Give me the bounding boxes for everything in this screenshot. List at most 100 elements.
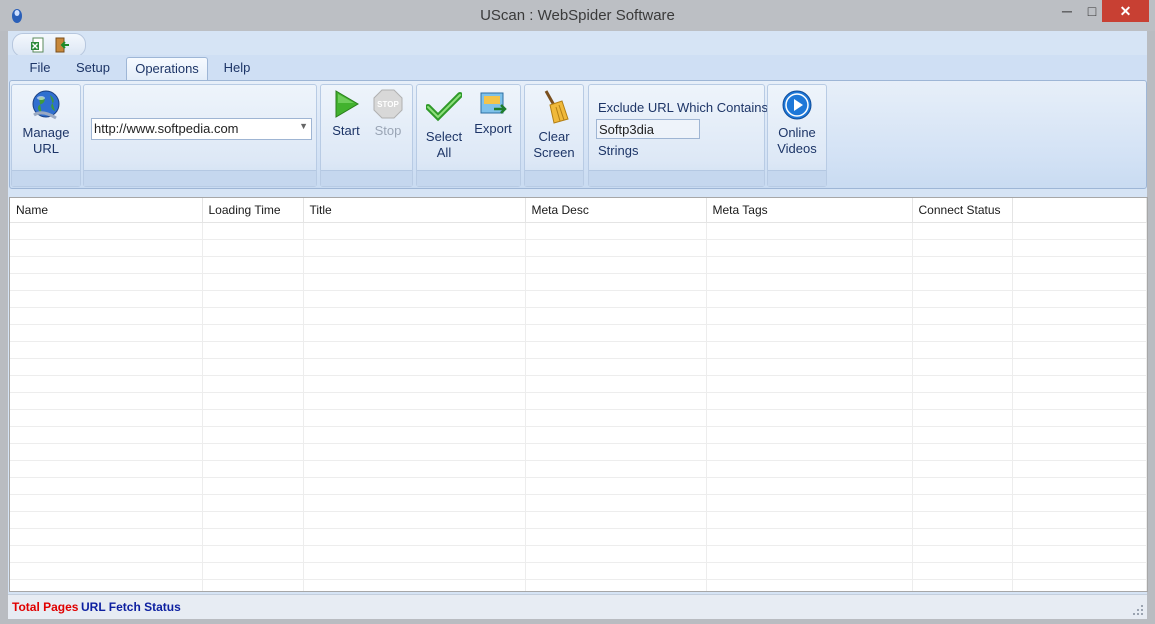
table-cell	[525, 443, 707, 461]
table-cell	[1012, 307, 1147, 325]
table-cell	[525, 358, 707, 376]
table-cell	[525, 562, 707, 580]
table-cell	[10, 256, 203, 274]
table-cell	[202, 392, 304, 410]
table-cell	[525, 460, 707, 478]
table-cell	[525, 256, 707, 274]
table-cell	[912, 290, 1013, 308]
chevron-down-icon[interactable]: ▼	[299, 121, 308, 131]
column-header-meta-desc[interactable]: Meta Desc	[525, 198, 707, 223]
table-cell	[525, 545, 707, 563]
group-start-stop: Start STOP Stop	[320, 84, 413, 187]
table-row	[10, 324, 1147, 342]
table-row	[10, 477, 1147, 495]
export-icon	[480, 92, 507, 114]
table-header-row: Name Loading Time Title Meta Desc Meta T…	[10, 198, 1147, 223]
table-cell	[10, 511, 203, 529]
table-cell	[912, 273, 1013, 291]
table-cell	[10, 545, 203, 563]
online-videos-label-1: Online	[778, 125, 816, 140]
resize-grip-icon[interactable]	[1133, 605, 1143, 615]
table-cell	[303, 358, 526, 376]
group-select-export: Select All Export	[416, 84, 521, 187]
group-footer	[525, 170, 583, 186]
total-pages-status: Total Pages	[12, 600, 79, 614]
status-bar: Total Pages URL Fetch Status	[8, 594, 1147, 619]
url-combobox[interactable]: ▼	[91, 118, 312, 140]
results-grid[interactable]: Name Loading Time Title Meta Desc Meta T…	[9, 197, 1148, 592]
table-cell	[525, 324, 707, 342]
column-header-loading-time[interactable]: Loading Time	[202, 198, 304, 223]
results-table: Name Loading Time Title Meta Desc Meta T…	[10, 198, 1147, 591]
manage-url-button[interactable]: Manage URL	[16, 89, 76, 157]
clear-screen-label-2: Screen	[533, 145, 575, 160]
table-cell	[912, 443, 1013, 461]
tab-help[interactable]: Help	[218, 57, 256, 79]
online-videos-label-2: Videos	[777, 141, 817, 156]
group-online-videos: Online Videos	[767, 84, 827, 187]
table-cell	[10, 494, 203, 512]
table-cell	[202, 307, 304, 325]
table-cell	[912, 341, 1013, 359]
table-cell	[525, 409, 707, 427]
table-cell	[303, 562, 526, 580]
table-cell	[912, 511, 1013, 529]
select-all-button[interactable]: Select All	[421, 89, 467, 161]
table-cell	[202, 358, 304, 376]
tab-file[interactable]: File	[24, 57, 56, 79]
exit-icon[interactable]	[54, 37, 70, 53]
table-cell	[706, 358, 913, 376]
tab-operations[interactable]: Operations	[126, 57, 208, 80]
table-cell	[10, 341, 203, 359]
column-header-meta-tags[interactable]: Meta Tags	[706, 198, 913, 223]
table-cell	[1012, 494, 1147, 512]
table-cell	[1012, 392, 1147, 410]
manage-url-label-1: Manage	[22, 125, 70, 140]
export-button[interactable]: Export	[469, 89, 517, 137]
clear-screen-label-1: Clear	[538, 129, 570, 144]
online-videos-button[interactable]: Online Videos	[772, 89, 822, 157]
quick-access-toolbar	[12, 33, 86, 57]
table-row	[10, 511, 1147, 529]
table-row	[10, 358, 1147, 376]
table-cell	[706, 375, 913, 393]
table-cell	[303, 494, 526, 512]
maximize-button[interactable]: □	[1080, 0, 1104, 22]
column-header-connect-status[interactable]: Connect Status	[912, 198, 1013, 223]
table-cell	[10, 273, 203, 291]
table-cell	[912, 477, 1013, 495]
table-cell	[303, 324, 526, 342]
tab-setup[interactable]: Setup	[71, 57, 115, 79]
table-cell	[303, 579, 526, 591]
close-button[interactable]: ✕	[1102, 0, 1149, 22]
column-header-title[interactable]: Title	[303, 198, 526, 223]
svg-text:STOP: STOP	[377, 100, 399, 109]
minimize-button[interactable]: ─	[1055, 0, 1079, 22]
table-cell	[1012, 239, 1147, 257]
table-cell	[303, 511, 526, 529]
table-cell	[912, 392, 1013, 410]
table-cell	[912, 562, 1013, 580]
url-input[interactable]	[94, 120, 289, 136]
table-cell	[202, 222, 304, 240]
exclude-url-input[interactable]	[596, 119, 700, 139]
start-button[interactable]: Start	[327, 89, 365, 139]
table-cell	[1012, 409, 1147, 427]
excel-export-icon[interactable]	[30, 37, 46, 53]
table-cell	[706, 562, 913, 580]
table-cell	[912, 460, 1013, 478]
table-cell	[525, 494, 707, 512]
table-cell	[10, 562, 203, 580]
table-cell	[706, 239, 913, 257]
stop-button[interactable]: STOP Stop	[369, 89, 407, 139]
table-cell	[912, 545, 1013, 563]
clear-screen-button[interactable]: Clear Screen	[529, 89, 579, 161]
table-row	[10, 273, 1147, 291]
table-cell	[706, 426, 913, 444]
table-cell	[10, 579, 203, 591]
client-area: File Setup Operations Help Manage URL ht…	[8, 31, 1148, 619]
group-footer	[12, 170, 80, 186]
column-header-name[interactable]: Name	[10, 198, 203, 223]
table-cell	[303, 443, 526, 461]
table-cell	[706, 256, 913, 274]
